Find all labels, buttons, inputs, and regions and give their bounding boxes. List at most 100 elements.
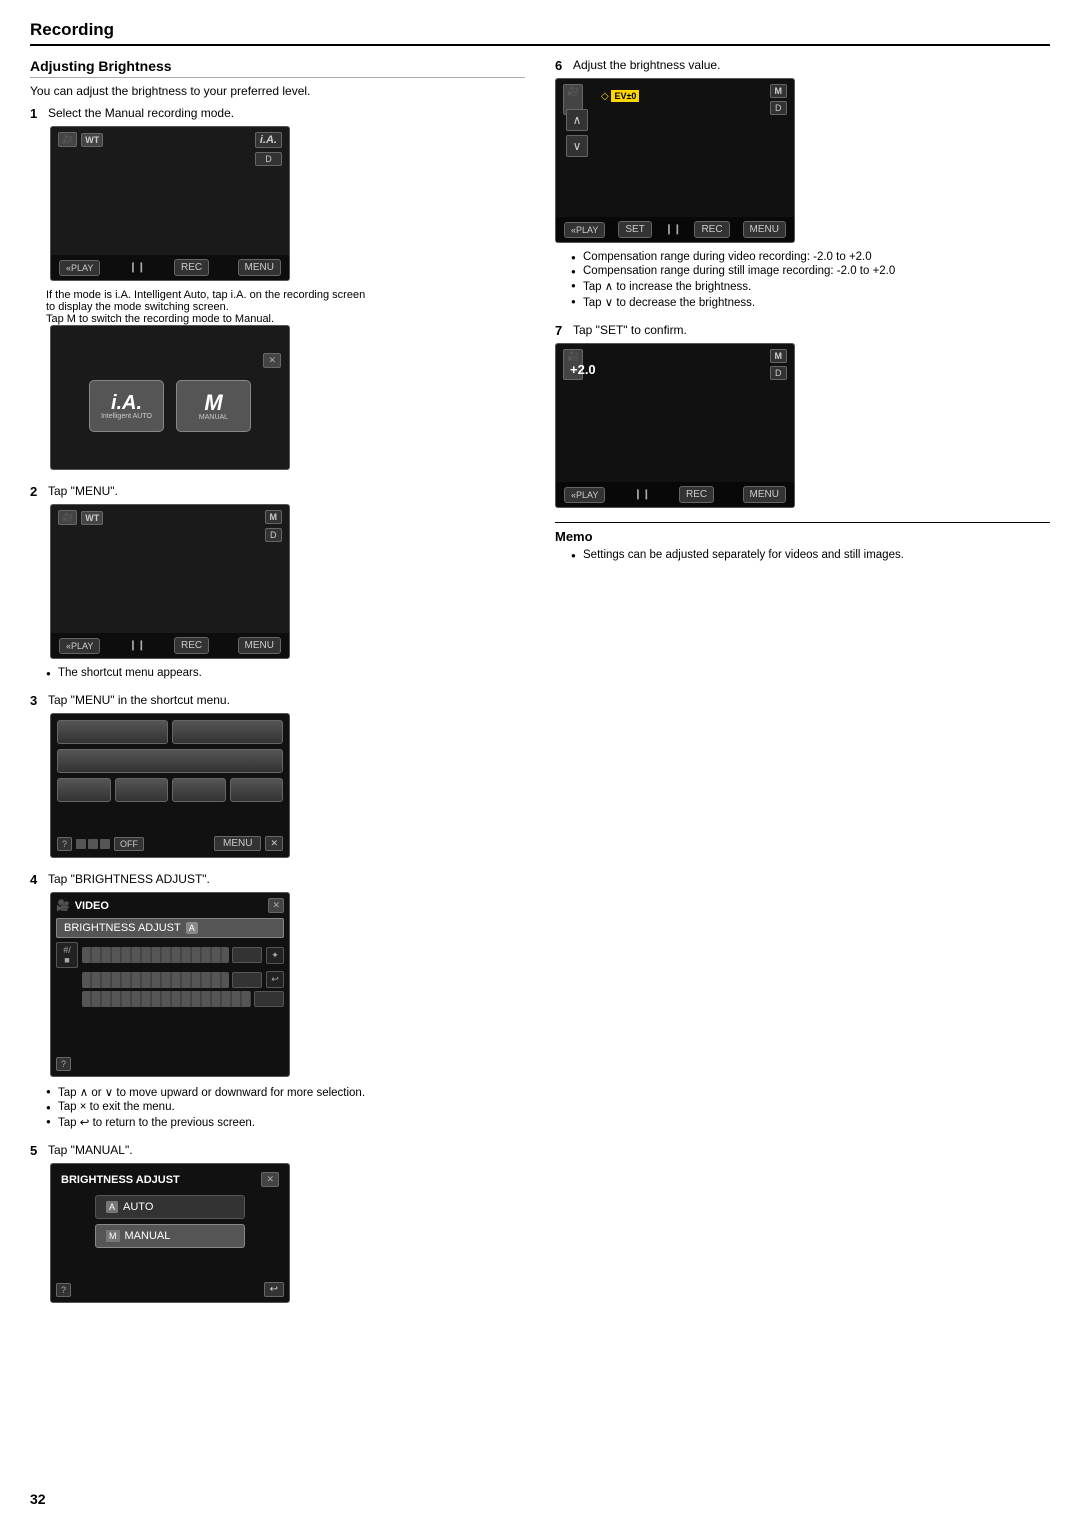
rec-button-1[interactable]: REC <box>174 259 209 276</box>
sc-row-2 <box>57 749 283 773</box>
brightness-label: BRIGHTNESS ADJUST <box>64 922 181 934</box>
step-3-number: 3 <box>30 693 44 708</box>
sc-dot-1 <box>76 839 86 849</box>
step-6-number: 6 <box>555 58 569 73</box>
rval-menu-btn[interactable]: MENU <box>743 486 786 503</box>
rval-m-icon: M <box>770 349 788 363</box>
rval-separator: ❙❙ <box>634 489 651 500</box>
bval-up-arrow[interactable]: ∧ <box>566 109 588 131</box>
step-4-bullet-3: Tap ↩ to return to the previous screen. <box>46 1115 525 1129</box>
right-column: 6 Adjust the brightness value. 🎥 M D ∧ <box>555 58 1050 1317</box>
cam-right-icons-1: i.A. D <box>255 132 282 166</box>
bval-play-btn[interactable]: «PLAY <box>564 222 605 238</box>
step-1-text: Select the Manual recording mode. <box>48 106 234 120</box>
sc-close-btn[interactable]: ✕ <box>265 836 283 851</box>
bval-rec-btn[interactable]: REC <box>694 221 729 238</box>
step-4-bullet-2: Tap × to exit the menu. <box>46 1101 525 1113</box>
camera-icon-2: 🎥 <box>58 510 77 525</box>
play-button-2[interactable]: «PLAY <box>59 638 100 654</box>
step-5: 5 Tap "MANUAL". BRIGHTNESS ADJUST ✕ A AU… <box>30 1143 525 1303</box>
ia-sub-label: Intelligent AUTO <box>101 413 152 420</box>
auto-label: AUTO <box>123 1201 153 1213</box>
brightness-value-screen: 🎥 M D ∧ ∨ ◇ EV±0 «PLAY SET ❙❙ <box>555 78 795 243</box>
rval-rec-btn[interactable]: REC <box>679 486 714 503</box>
mode-close-x[interactable]: ✕ <box>263 353 281 368</box>
step-7: 7 Tap "SET" to confirm. 🎥 M D +2.0 «PLAY <box>555 323 1050 508</box>
manual-option[interactable]: M MANUAL <box>95 1224 245 1248</box>
cam-top-2: 🎥 WT <box>51 505 289 527</box>
auto-option[interactable]: A AUTO <box>95 1195 245 1219</box>
sc-btn-4[interactable] <box>230 778 284 802</box>
rval-play-btn[interactable]: «PLAY <box>564 487 605 503</box>
memo-bullet-1: Settings can be adjusted separately for … <box>571 549 1050 561</box>
sc-btn-2[interactable] <box>115 778 169 802</box>
ia-big-label: i.A. <box>111 393 142 413</box>
manual-icon: M <box>106 1230 120 1242</box>
section-title: Adjusting Brightness <box>30 58 525 78</box>
sc-btn-wide-1[interactable] <box>57 720 168 744</box>
step-2: 2 Tap "MENU". 🎥 WT M D <box>30 484 525 679</box>
menu-item-row-2: ↩ <box>56 971 284 988</box>
d-icon-1: D <box>255 152 282 166</box>
rec-button-2[interactable]: REC <box>174 637 209 654</box>
menu-button-2[interactable]: MENU <box>238 637 281 654</box>
manual-mode-button[interactable]: M MANUAL <box>176 380 251 432</box>
camera-screen-2: 🎥 WT M D «PLAY ❙❙ REC MENU <box>50 504 290 659</box>
menu-item-bar-2 <box>82 972 229 988</box>
shortcut-screen: ? OFF MENU ✕ <box>50 713 290 858</box>
brightness-screen-title: BRIGHTNESS ADJUST <box>61 1174 180 1186</box>
sc-row-1 <box>57 720 283 744</box>
manual-big-label: M <box>204 392 222 414</box>
wt-icon-1: WT <box>81 133 103 147</box>
bright-close-btn[interactable]: ✕ <box>261 1172 279 1187</box>
bright-help-btn[interactable]: ? <box>56 1283 71 1297</box>
menu-right-icon-back: ↩ <box>266 971 284 988</box>
result-value-screen: 🎥 M D +2.0 «PLAY ❙❙ REC MENU <box>555 343 795 508</box>
menu-top-bar: 🎥 VIDEO ✕ <box>56 898 284 913</box>
cam-bottom-2: «PLAY ❙❙ REC MENU <box>51 633 289 658</box>
play-button-1[interactable]: «PLAY <box>59 260 100 276</box>
video-camera-icon: 🎥 <box>56 899 70 912</box>
step-6-bullets: Compensation range during video recordin… <box>571 251 1050 309</box>
step-6-bullet-1: Compensation range during video recordin… <box>571 251 1050 263</box>
rval-d-icon: D <box>770 366 788 380</box>
main-content: Adjusting Brightness You can adjust the … <box>30 58 1050 1317</box>
sc-dot-3 <box>100 839 110 849</box>
memo-bullets: Settings can be adjusted separately for … <box>571 549 1050 561</box>
bval-set-btn[interactable]: SET <box>618 221 651 238</box>
bval-bottom: «PLAY SET ❙❙ REC MENU <box>556 217 794 242</box>
menu-item-small-2 <box>232 972 262 988</box>
sc-btn-1[interactable] <box>57 778 111 802</box>
step-3: 3 Tap "MENU" in the shortcut menu. <box>30 693 525 858</box>
sc-off-btn[interactable]: OFF <box>114 837 144 851</box>
step-4: 4 Tap "BRIGHTNESS ADJUST". 🎥 VIDEO ✕ BRI… <box>30 872 525 1129</box>
ia-mode-button[interactable]: i.A. Intelligent AUTO <box>89 380 164 432</box>
menu-help-btn[interactable]: ? <box>56 1057 71 1071</box>
wt-icon-2: WT <box>81 511 103 525</box>
bright-back-btn[interactable]: ↩ <box>264 1282 284 1297</box>
menu-item-small-1 <box>232 947 262 963</box>
sc-btn-wide-2[interactable] <box>172 720 283 744</box>
brightness-adjust-row[interactable]: BRIGHTNESS ADJUST A <box>56 918 284 938</box>
bval-menu-btn[interactable]: MENU <box>743 221 786 238</box>
brightness-badge: A <box>186 922 198 934</box>
menu-button-1[interactable]: MENU <box>238 259 281 276</box>
menu-screen: 🎥 VIDEO ✕ BRIGHTNESS ADJUST A #/■ ✦ <box>50 892 290 1077</box>
bval-separator: ❙❙ <box>665 224 682 235</box>
mode-buttons: i.A. Intelligent AUTO M MANUAL <box>89 380 251 432</box>
step-3-text: Tap "MENU" in the shortcut menu. <box>48 693 230 707</box>
sc-help-btn[interactable]: ? <box>57 837 72 851</box>
camera-icon-1: 🎥 <box>58 132 77 147</box>
mode-screen: ✕ i.A. Intelligent AUTO M MANUAL <box>50 325 290 470</box>
sc-btn-3[interactable] <box>172 778 226 802</box>
page-number: 32 <box>30 1491 46 1507</box>
step-6-bullet-4: Tap ∨ to decrease the brightness. <box>571 295 1050 309</box>
sc-menu-button[interactable]: MENU <box>214 836 261 851</box>
sc-btn-full[interactable] <box>57 749 283 773</box>
menu-close-button[interactable]: ✕ <box>268 898 284 913</box>
d-icon-2: D <box>265 528 283 542</box>
manual-label: MANUAL <box>125 1230 171 1242</box>
bval-down-arrow[interactable]: ∨ <box>566 135 588 157</box>
memo-title: Memo <box>555 529 1050 544</box>
step-2-number: 2 <box>30 484 44 499</box>
